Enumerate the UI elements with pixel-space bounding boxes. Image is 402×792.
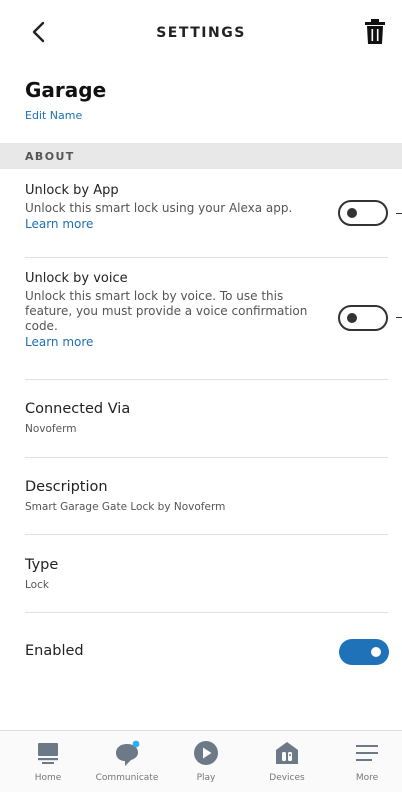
enabled-toggle[interactable] [339, 639, 389, 665]
connected-via-value: Novoferm [25, 423, 77, 435]
divider [25, 612, 388, 613]
play-icon [194, 741, 218, 765]
toggle-knob [347, 313, 357, 323]
description-value: Smart Garage Gate Lock by Novoferm [25, 501, 226, 513]
unlock-app-toggle[interactable] [338, 200, 388, 226]
delete-button[interactable] [364, 18, 386, 46]
unlock-voice-toggle[interactable] [338, 305, 388, 331]
edit-name-link[interactable]: Edit Name [25, 109, 82, 122]
nav-more[interactable]: More [327, 739, 402, 789]
toggle-knob [371, 647, 381, 657]
unlock-voice-learn-more-link[interactable]: Learn more [25, 335, 388, 349]
divider [25, 534, 388, 535]
nav-communicate[interactable]: Communicate [87, 739, 167, 789]
toggle-edge-mark [396, 213, 402, 214]
home-icon [38, 743, 58, 764]
nav-communicate-label: Communicate [95, 773, 159, 783]
device-name: Garage [25, 78, 107, 102]
nav-devices-label: Devices [269, 773, 305, 783]
unlock-app-learn-more-link[interactable]: Learn more [25, 217, 388, 231]
unlock-app-title: Unlock by App [25, 183, 119, 198]
nav-home-label: Home [34, 773, 62, 783]
toggle-knob [347, 208, 357, 218]
unlock-voice-title: Unlock by voice [25, 271, 128, 286]
nav-devices[interactable]: Devices [247, 739, 327, 789]
chevron-left-icon [32, 21, 45, 43]
unlock-app-description: Unlock this smart lock using your Alexa … [25, 201, 293, 215]
menu-icon [356, 745, 378, 761]
device-header: Garage Edit Name [25, 78, 106, 123]
connected-via-row: Connected Via Novoferm [25, 401, 388, 435]
unlock-by-voice-row: Unlock by voice Unlock this smart lock b… [25, 271, 388, 349]
top-bar: SETTINGS [0, 0, 402, 66]
enabled-row: Enabled [25, 643, 388, 659]
section-header-about: ABOUT [0, 143, 402, 169]
unlock-by-app-row: Unlock by App Unlock this smart lock usi… [25, 183, 388, 231]
divider [25, 457, 388, 458]
nav-home[interactable]: Home [8, 739, 88, 789]
divider [25, 379, 388, 380]
back-button[interactable] [28, 20, 52, 44]
devices-icon [276, 742, 298, 764]
description-title: Description [25, 479, 108, 495]
page-title: SETTINGS [156, 25, 246, 41]
type-title: Type [25, 557, 59, 573]
notification-dot [132, 740, 140, 748]
bottom-nav: Home Communicate Play Devices More [0, 730, 402, 792]
divider [25, 257, 388, 258]
connected-via-title: Connected Via [25, 401, 131, 417]
type-value: Lock [25, 579, 49, 591]
type-row: Type Lock [25, 557, 388, 591]
nav-play[interactable]: Play [166, 739, 246, 789]
nav-play-label: Play [196, 773, 216, 783]
enabled-title: Enabled [25, 643, 84, 659]
description-row: Description Smart Garage Gate Lock by No… [25, 479, 388, 513]
chat-bubble-icon [116, 740, 140, 766]
trash-icon [365, 19, 385, 44]
toggle-edge-mark [396, 317, 402, 318]
nav-more-label: More [355, 773, 379, 783]
unlock-voice-description: Unlock this smart lock by voice. To use … [25, 289, 308, 333]
